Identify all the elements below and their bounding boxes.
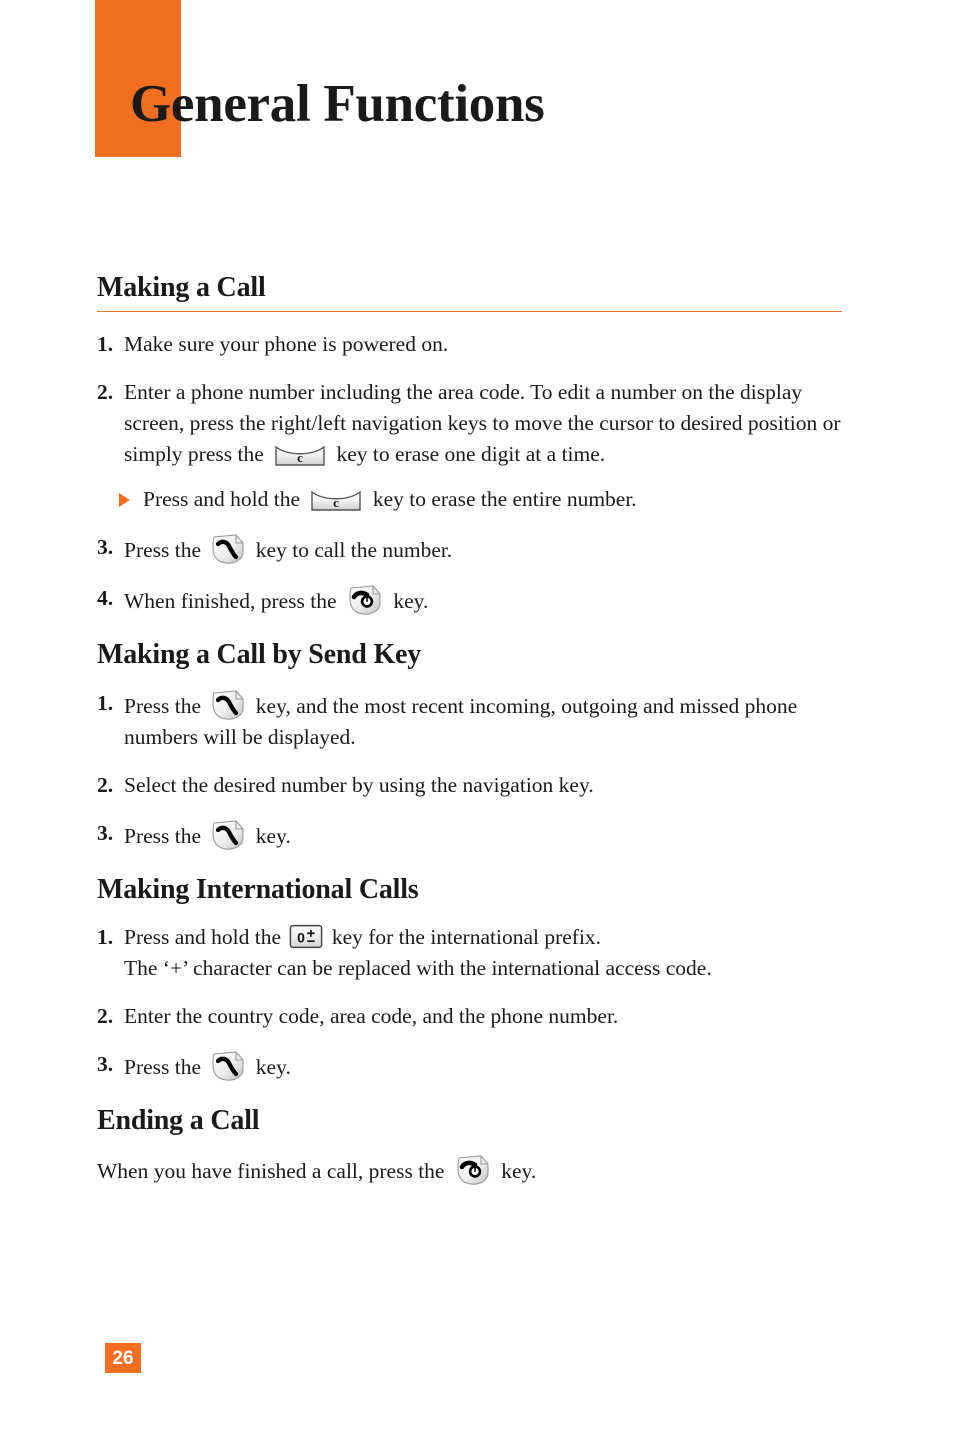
step-text: When finished, press the	[124, 589, 342, 614]
step-number: 2.	[97, 1004, 114, 1029]
send-call-key-icon	[210, 532, 246, 566]
section-heading-making-a-call: Making a Call	[97, 272, 842, 313]
end-call-key-icon	[346, 583, 384, 617]
step-item: 3. Press the key.	[97, 818, 842, 852]
step-number: 3.	[97, 535, 114, 560]
step-item: 2. Enter a phone number including the are…	[97, 377, 842, 470]
section-heading-ending-a-call: Ending a Call	[97, 1105, 260, 1137]
paragraph-text: When you have finished a call, press the	[97, 1159, 450, 1184]
sub-bullet-text-cont: key to erase the entire number.	[367, 487, 637, 512]
page-title: General Functions	[130, 75, 545, 133]
step-item: 3. Press the key to call the number.	[97, 532, 842, 566]
section-making-a-call: Making a Call 1. Make sure your phone is …	[97, 272, 842, 617]
paragraph-ending-a-call: When you have finished a call, press the…	[97, 1153, 842, 1187]
clear-c-key-icon: c	[310, 488, 362, 513]
sub-bullet-text: Press and hold the	[143, 487, 306, 512]
zero-plus-key-icon: 0	[289, 924, 323, 949]
section-heading-international-calls: Making International Calls	[97, 873, 419, 905]
orange-triangle-bullet-icon	[119, 493, 130, 508]
step-item: 2. Select the desired number by using the…	[97, 770, 842, 801]
svg-text:c: c	[334, 495, 340, 510]
step-text: Select the desired number by using the n…	[124, 772, 594, 797]
step-number: 4.	[97, 586, 114, 611]
step-number: 3.	[97, 1052, 114, 1077]
page-header: General Functions	[0, 0, 954, 200]
step-text: Make sure your phone is powered on.	[124, 332, 449, 357]
section-making-a-call-by-send-key: Making a Call by Send Key 1. Press the ke…	[97, 639, 842, 851]
step-text: Press the	[124, 823, 207, 848]
steps-list-send-key: 1. Press the key, and the most recent inc…	[97, 688, 842, 852]
section-ending-a-call: Ending a Call When you have finished a c…	[97, 1105, 842, 1187]
svg-text:0: 0	[298, 930, 306, 946]
paragraph-text-cont: key.	[495, 1159, 537, 1184]
step-item: 1. Press the key, and the most recent inc…	[97, 688, 842, 753]
send-call-key-icon	[210, 818, 246, 852]
step-text-cont: key.	[250, 823, 291, 848]
step-text: Enter the country code, area code, and t…	[124, 1004, 619, 1029]
step-item: 4. When finished, press the key.	[97, 583, 842, 617]
steps-list-making-a-call: 1. Make sure your phone is powered on. 2.…	[97, 329, 842, 470]
section-making-international-calls: Making International Calls 1. Press and h…	[97, 874, 842, 1083]
step-item: 2. Enter the country code, area code, and…	[97, 1001, 842, 1032]
step-text: Press the	[124, 693, 207, 718]
send-call-key-icon	[210, 688, 246, 722]
step-text-cont: key.	[250, 1055, 291, 1080]
end-call-key-icon	[454, 1153, 492, 1187]
step-number: 2.	[97, 772, 114, 797]
page-number-badge: 26	[105, 1343, 141, 1373]
step-text: Press and hold the	[124, 925, 287, 950]
step-number: 1.	[97, 332, 114, 357]
steps-list-making-a-call-cont: 3. Press the key to call the number. 4. Wh…	[97, 532, 842, 617]
step-text: Press the	[124, 538, 207, 563]
step-item: 1. Press and hold the 0 key for the inter…	[97, 922, 842, 984]
sub-bullet-item: Press and hold the c key to erase the en…	[97, 484, 842, 515]
page-content: Making a Call 1. Make sure your phone is …	[97, 272, 842, 1187]
step-text-cont: key to call the number.	[250, 538, 453, 563]
step-text: Press the	[124, 1055, 207, 1080]
step-text-cont: key to erase one digit at a time.	[331, 442, 606, 467]
step-number: 1.	[97, 690, 114, 715]
step-item: 1. Make sure your phone is powered on.	[97, 329, 842, 360]
step-item: 3. Press the key.	[97, 1049, 842, 1083]
section-heading-send-key: Making a Call by Send Key	[97, 639, 422, 671]
step-number: 2.	[97, 380, 114, 405]
send-call-key-icon	[210, 1049, 246, 1083]
step-text-cont: key for the international prefix.	[326, 925, 602, 950]
step-number: 3.	[97, 820, 114, 845]
steps-list-international-calls: 1. Press and hold the 0 key for the inter…	[97, 922, 842, 1083]
step-text-line2: The ‘+’ character can be replaced with t…	[124, 956, 712, 981]
clear-c-key-icon: c	[274, 443, 326, 468]
svg-text:c: c	[297, 450, 303, 465]
step-text-cont: key.	[387, 589, 429, 614]
step-number: 1.	[97, 925, 114, 950]
